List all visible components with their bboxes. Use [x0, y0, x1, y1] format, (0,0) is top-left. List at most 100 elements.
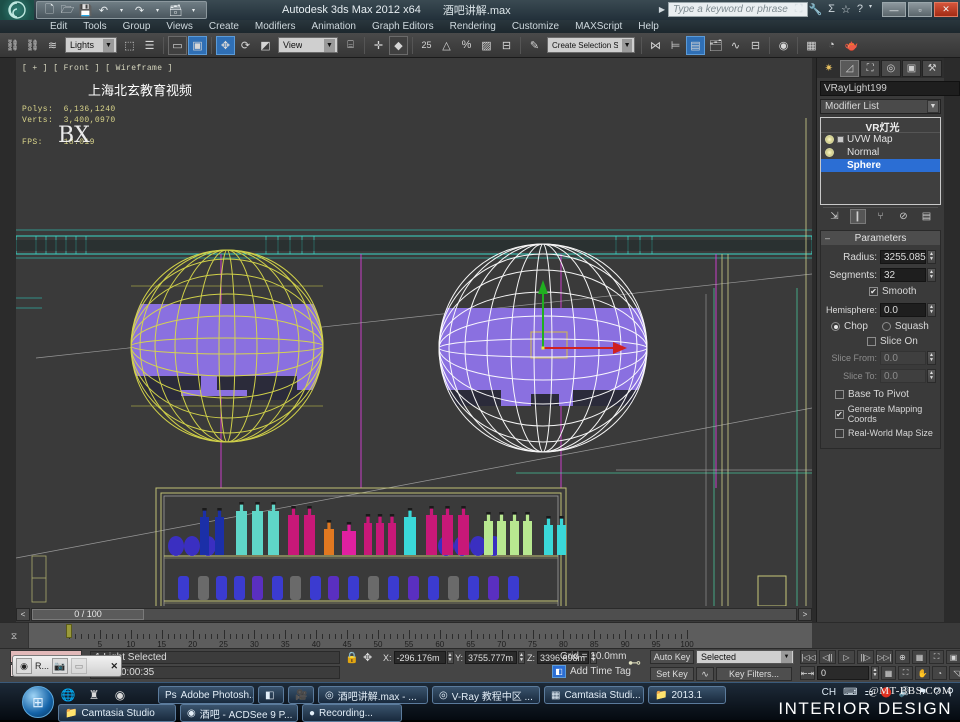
toggle-scene-explorer-icon[interactable]: 🗂 [706, 36, 725, 55]
zoom-extents-all-icon[interactable]: ⛶ [898, 666, 913, 680]
search-expand-icon[interactable]: ▶ [659, 5, 665, 14]
coord-x-spinner[interactable]: ▲ ▼ [446, 651, 454, 664]
named-selection-pick-icon[interactable]: ✎ [525, 36, 544, 55]
select-by-name-icon[interactable]: ☰ [140, 36, 159, 55]
generate-mapping-checkbox[interactable]: ✔ [835, 409, 844, 419]
bind-to-space-warp-icon[interactable]: ≋ [43, 36, 62, 55]
menu-item-edit[interactable]: Edit [42, 20, 75, 33]
key-mode-icon[interactable]: ⊕ [895, 650, 910, 664]
selection-lock-icon[interactable]: 🔒 [345, 651, 359, 664]
menu-item-views[interactable]: Views [158, 20, 201, 33]
start-button[interactable]: ⊞ [22, 686, 54, 718]
render-production-icon[interactable]: 🫖 [842, 36, 861, 55]
edit-named-selection-sets-icon[interactable]: ⊟ [497, 36, 516, 55]
radius-field[interactable]: 3255.085 [880, 250, 926, 264]
angle-snap-toggle-icon[interactable]: △ [437, 36, 456, 55]
tray-ime-icon[interactable]: CH [822, 687, 836, 698]
taskbar-acdsee[interactable]: ◉ 酒吧 - ACDSee 9 P... [180, 704, 298, 722]
set-project-icon[interactable]: 🗃 [168, 3, 183, 18]
taskbar-recording[interactable]: ● Recording... [302, 704, 402, 722]
slice-to-field[interactable]: 0.0 [880, 369, 926, 383]
redo-dropdown-icon[interactable]: ▾ [150, 3, 165, 18]
parameters-rollup-header[interactable]: – Parameters [821, 231, 940, 245]
maximize-button[interactable]: ▫ [908, 2, 932, 17]
rectangular-selection-region-icon[interactable]: ▭ [168, 35, 187, 55]
qat-customize-icon[interactable]: ▾ [186, 3, 201, 18]
configure-modifier-sets-icon[interactable]: ▤ [919, 209, 935, 224]
keyboard-shortcut-override-icon[interactable]: ◆ [389, 35, 408, 55]
light-bulb-icon[interactable] [825, 135, 834, 144]
menu-item-maxscript[interactable]: MAXScript [567, 20, 630, 33]
percent-snap-toggle-icon[interactable]: % [457, 36, 476, 55]
orbit-icon[interactable]: ◔ [932, 666, 947, 680]
real-world-checkbox[interactable] [835, 428, 844, 438]
maximize-viewport-toggle-icon[interactable]: ◹ [949, 666, 960, 680]
hierarchy-tab[interactable]: ⛶ [860, 59, 880, 77]
material-editor-icon[interactable]: ◉ [774, 36, 793, 55]
align-icon[interactable]: ⊨ [666, 36, 685, 55]
track-bar-slider[interactable]: 0 / 100 [31, 607, 797, 621]
stack-row-sphere[interactable]: Sphere [821, 159, 940, 172]
quicklaunch-app-icon[interactable]: ♜ [86, 687, 102, 703]
auto-key-button[interactable]: Auto Key [650, 650, 694, 664]
key-filters-curve-icon[interactable]: ∿ [696, 667, 714, 681]
taskbar-folder-2013[interactable]: 📁 2013.1 [648, 686, 726, 704]
transform-type-in-icon[interactable]: ✥ [363, 651, 372, 664]
unlink-selection-icon[interactable]: ⛓ [23, 36, 42, 55]
select-and-link-icon[interactable]: ⛓ [3, 36, 22, 55]
new-icon[interactable]: 🗋 [42, 3, 57, 18]
frame-spinner[interactable]: ▲ ▼ [871, 666, 879, 680]
hemisphere-spinner[interactable]: ▲ ▼ [927, 303, 936, 317]
slice-on-checkbox[interactable] [867, 337, 876, 346]
viewport-front-wireframe[interactable]: [ + ] [ Front ] [ Wireframe ] Polys: 6,1… [16, 58, 812, 606]
add-time-tag-row[interactable]: ◧ Add Time Tag [552, 665, 631, 678]
open-mini-curve-editor-icon[interactable]: ⧖ [0, 623, 28, 649]
curve-editor-icon[interactable]: ∿ [726, 36, 745, 55]
light-bulb-icon[interactable] [825, 148, 834, 157]
coord-x-field[interactable]: -296.176m [393, 651, 446, 664]
taskbar-camtasia[interactable]: ▦ Camtasia Studi... [544, 686, 644, 704]
taskbar-app-blue[interactable]: ◧ [258, 686, 284, 704]
menu-item-modifiers[interactable]: Modifiers [247, 20, 304, 33]
create-tab[interactable]: ✷ [819, 60, 839, 77]
taskbar-vray[interactable]: ◎ V-Ray 教程中区 ... [432, 686, 540, 704]
open-icon[interactable]: 🗁 [60, 3, 75, 18]
menu-item-create[interactable]: Create [201, 20, 247, 33]
stack-row-normal[interactable]: Normal [821, 146, 940, 159]
zoom-region-icon[interactable]: ▣ [946, 650, 960, 664]
slice-to-spinner[interactable]: ▲ ▼ [927, 369, 936, 383]
menu-item-graph-editors[interactable]: Graph Editors [364, 20, 442, 33]
taskbar-photoshop[interactable]: Ps Adobe Photosh... [158, 686, 254, 704]
tray-keyboard-icon[interactable]: ⌨ [843, 687, 857, 698]
named-selection-set-combo[interactable]: Create Selection Set ▼ [547, 37, 635, 53]
select-and-move-icon[interactable]: ✥ [216, 35, 235, 55]
collapse-icon[interactable]: – [825, 233, 830, 243]
save-icon[interactable]: 💾 [78, 3, 93, 18]
segments-spinner[interactable]: ▲ ▼ [927, 268, 936, 282]
motion-tab[interactable]: ◎ [880, 59, 901, 77]
track-prev-button[interactable]: < [16, 607, 30, 621]
next-frame-icon[interactable]: ||▷ [857, 650, 874, 664]
window-crossing-toggle-icon[interactable]: ▣ [188, 35, 207, 55]
camtasia-record-icon[interactable]: ◉ [16, 658, 32, 674]
current-frame-field[interactable]: 0 [817, 666, 869, 680]
help-dropdown-icon[interactable]: ▾ [869, 3, 872, 16]
workspace-icon[interactable]: ⛶ [795, 3, 803, 16]
undo-dropdown-icon[interactable]: ▾ [114, 3, 129, 18]
modifier-stack[interactable]: VR灯光 UVW Map Normal Sphere [820, 117, 941, 205]
previous-frame-icon[interactable]: ◁|| [819, 650, 836, 664]
timeline-track[interactable]: 5 10 15 20 25 30 35 40 45 50 55 60 65 70 75 80 85 90 95 100 [28, 623, 812, 649]
render-setup-icon[interactable]: ▦ [802, 36, 821, 55]
taskbar-app-cam[interactable]: 🎥 [288, 686, 314, 704]
quicklaunch-ie-icon[interactable]: 🌐 [60, 687, 76, 703]
selection-filter-combo[interactable]: Lights ▼ [65, 37, 117, 53]
redo-icon[interactable]: ↷ [132, 3, 147, 18]
smooth-checkbox[interactable]: ✔ [869, 287, 878, 296]
display-tab[interactable]: ▣ [901, 59, 922, 77]
close-button[interactable]: ✕ [934, 2, 958, 17]
select-and-scale-icon[interactable]: ◩ [256, 36, 275, 55]
menu-item-rendering[interactable]: Rendering [442, 20, 504, 33]
taskbar-camtasia-studio[interactable]: 📁 Camtasia Studio [58, 704, 176, 722]
play-animation-icon[interactable]: ▷ [838, 650, 855, 664]
app-logo-icon[interactable] [0, 0, 34, 20]
